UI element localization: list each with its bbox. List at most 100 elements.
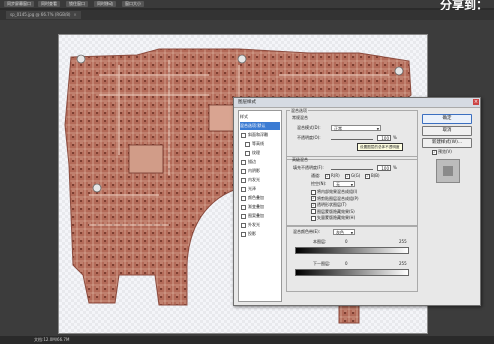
- chevron-down-icon: ▼: [350, 231, 353, 235]
- style-list-item-label: 颜色叠加: [248, 195, 264, 200]
- check-icon: ✓: [311, 202, 316, 208]
- ok-button[interactable]: 确定: [422, 114, 472, 124]
- style-list-item[interactable]: 外发光: [240, 221, 280, 229]
- knockout-select[interactable]: 无 ▼: [333, 181, 355, 187]
- blend-mode-select[interactable]: 正常 ▼: [331, 125, 381, 131]
- channel-r-checkbox[interactable]: ✓ R(R): [325, 173, 340, 179]
- view-together-button[interactable]: 同时查看: [38, 1, 60, 7]
- style-list-item[interactable]: 内发光: [240, 176, 280, 184]
- style-list-item[interactable]: 投影: [240, 230, 280, 238]
- style-checkbox[interactable]: [241, 132, 246, 138]
- style-checkbox[interactable]: [241, 186, 246, 192]
- style-list-item[interactable]: 混合选项:默认: [240, 122, 280, 130]
- style-checkbox[interactable]: [241, 204, 246, 210]
- channel-g-checkbox[interactable]: ✓ G(G): [345, 173, 360, 179]
- underlying-layer-max: 255: [399, 261, 407, 266]
- underlying-layer-gradient-slider[interactable]: [295, 269, 409, 276]
- dialog-title-bar[interactable]: 图层样式 ×: [234, 98, 480, 108]
- chevron-down-icon: ▼: [350, 183, 353, 187]
- style-checkbox[interactable]: [241, 222, 246, 228]
- style-list-item-label: 投影: [248, 231, 256, 236]
- channel-b-label: B(B): [371, 173, 380, 178]
- close-icon[interactable]: ×: [473, 99, 479, 105]
- opacity-input[interactable]: 100: [377, 135, 391, 141]
- check-icon: ✓: [365, 173, 370, 179]
- blend-if-select[interactable]: 灰色 ▼: [333, 229, 355, 235]
- this-layer-min: 0: [345, 239, 348, 244]
- style-checkbox[interactable]: [241, 168, 246, 174]
- this-layer-label: 本图层:: [313, 239, 327, 244]
- style-list-item[interactable]: 纹理: [240, 149, 280, 157]
- lock-window-button[interactable]: 锁住窗口: [66, 1, 88, 7]
- advanced-option-checkbox[interactable]: ✓ 将剪贴图层混合成组(P): [311, 196, 359, 202]
- fill-opacity-slider[interactable]: [331, 169, 373, 170]
- advanced-option-checkbox[interactable]: ✓ 透明形状图层(T): [311, 202, 347, 208]
- blending-options-title: 混合选项: [290, 108, 308, 113]
- style-checkbox[interactable]: [241, 177, 246, 183]
- blend-if-group: 混合颜色带(E): 灰色 ▼ 本图层: 0 255 下一图层: 0 255: [286, 226, 418, 292]
- style-list-item-label: 外发光: [248, 222, 260, 227]
- knockout-label: 挖空(N):: [311, 181, 327, 186]
- opacity-slider[interactable]: [331, 139, 373, 140]
- check-icon: ✓: [345, 173, 350, 179]
- style-checkbox[interactable]: [241, 195, 246, 201]
- underlying-layer-min: 0: [345, 261, 348, 266]
- style-list-item-label: 纹理: [252, 150, 260, 155]
- style-list-item[interactable]: 样式: [240, 113, 280, 121]
- style-list-item-label: 等高线: [252, 141, 264, 146]
- move-together-button[interactable]: 同时移动: [94, 1, 116, 7]
- blend-mode-value: 正常: [334, 126, 342, 131]
- this-layer-max: 255: [399, 239, 407, 244]
- advanced-option-label: 矢量蒙版隐藏效果(H): [317, 215, 356, 220]
- fill-opacity-input[interactable]: 100: [377, 165, 391, 171]
- style-list-item[interactable]: 光泽: [240, 185, 280, 193]
- sync-window-button[interactable]: 同步屏幕窗口: [4, 1, 34, 7]
- style-list-item[interactable]: 等高线: [240, 140, 280, 148]
- document-tab-bar: sp_0145.jpg @ 66.7% (RGB/8) ×: [0, 10, 494, 20]
- style-checkbox[interactable]: [245, 141, 250, 147]
- status-bar: 文档:12.0M/66.7M: [0, 336, 494, 344]
- style-checkbox[interactable]: [241, 213, 246, 219]
- style-list-item[interactable]: 描边: [240, 158, 280, 166]
- document-tab[interactable]: sp_0145.jpg @ 66.7% (RGB/8) ×: [6, 11, 81, 19]
- channel-b-checkbox[interactable]: ✓ B(B): [365, 173, 380, 179]
- new-style-button[interactable]: 新建样式(W)...: [422, 138, 472, 148]
- status-doc-size: 文档:12.0M/66.7M: [34, 337, 70, 342]
- fill-opacity-label: 填充不透明度(F):: [293, 165, 324, 170]
- style-list-item[interactable]: 颜色叠加: [240, 194, 280, 202]
- advanced-blending-subtitle: 高级混合: [292, 157, 308, 162]
- style-checkbox[interactable]: [241, 159, 246, 165]
- document-tab-label: sp_0145.jpg @ 66.7% (RGB/8): [10, 12, 71, 17]
- style-list-item-label: 混合选项:默认: [240, 123, 266, 128]
- style-list-item[interactable]: 图案叠加: [240, 212, 280, 220]
- advanced-option-checkbox[interactable]: 图层蒙版隐藏效果(S): [311, 209, 355, 215]
- blend-if-label: 混合颜色带(E):: [293, 229, 320, 234]
- close-icon[interactable]: ×: [73, 11, 76, 19]
- style-preview-inner: [443, 166, 453, 176]
- style-list-item-label: 光泽: [248, 186, 256, 191]
- advanced-option-checkbox[interactable]: 矢量蒙版隐藏效果(H): [311, 215, 355, 221]
- advanced-option-label: 将剪贴图层混合成组(P): [317, 195, 359, 201]
- cancel-button[interactable]: 取消: [422, 126, 472, 136]
- check-icon: ✓: [311, 196, 316, 201]
- preview-checkbox[interactable]: ✓ 预览(V): [432, 149, 452, 155]
- style-checkbox[interactable]: [245, 150, 250, 156]
- style-list-item[interactable]: 渐变叠加: [240, 203, 280, 211]
- general-blending-group: 混合选项 常规混合 混合模式(D): 正常 ▼ 不透明度(O): 100 % 设置…: [286, 108, 418, 160]
- style-list-item[interactable]: 斜面和浮雕: [240, 131, 280, 139]
- style-list-item-label: 内发光: [248, 177, 260, 182]
- knockout-value: 无: [336, 182, 340, 187]
- this-layer-gradient-slider[interactable]: [295, 247, 409, 254]
- channel-r-label: R(R): [331, 173, 340, 178]
- advanced-option-checkbox[interactable]: 将内部效果混合成组(I): [311, 189, 357, 195]
- opacity-label: 不透明度(O):: [297, 135, 321, 140]
- checkbox-empty-icon: [311, 215, 316, 221]
- opacity-tooltip: 设置图层的总体不透明度: [357, 143, 403, 151]
- style-list-item[interactable]: 内阴影: [240, 167, 280, 175]
- window-size-button[interactable]: 窗口大小: [122, 1, 144, 7]
- advanced-option-label: 透明形状图层(T): [317, 202, 347, 207]
- preview-label: 预览(V): [438, 149, 452, 154]
- style-checkbox[interactable]: [241, 231, 246, 237]
- blend-if-value: 灰色: [336, 230, 344, 235]
- opacity-unit: %: [393, 135, 397, 140]
